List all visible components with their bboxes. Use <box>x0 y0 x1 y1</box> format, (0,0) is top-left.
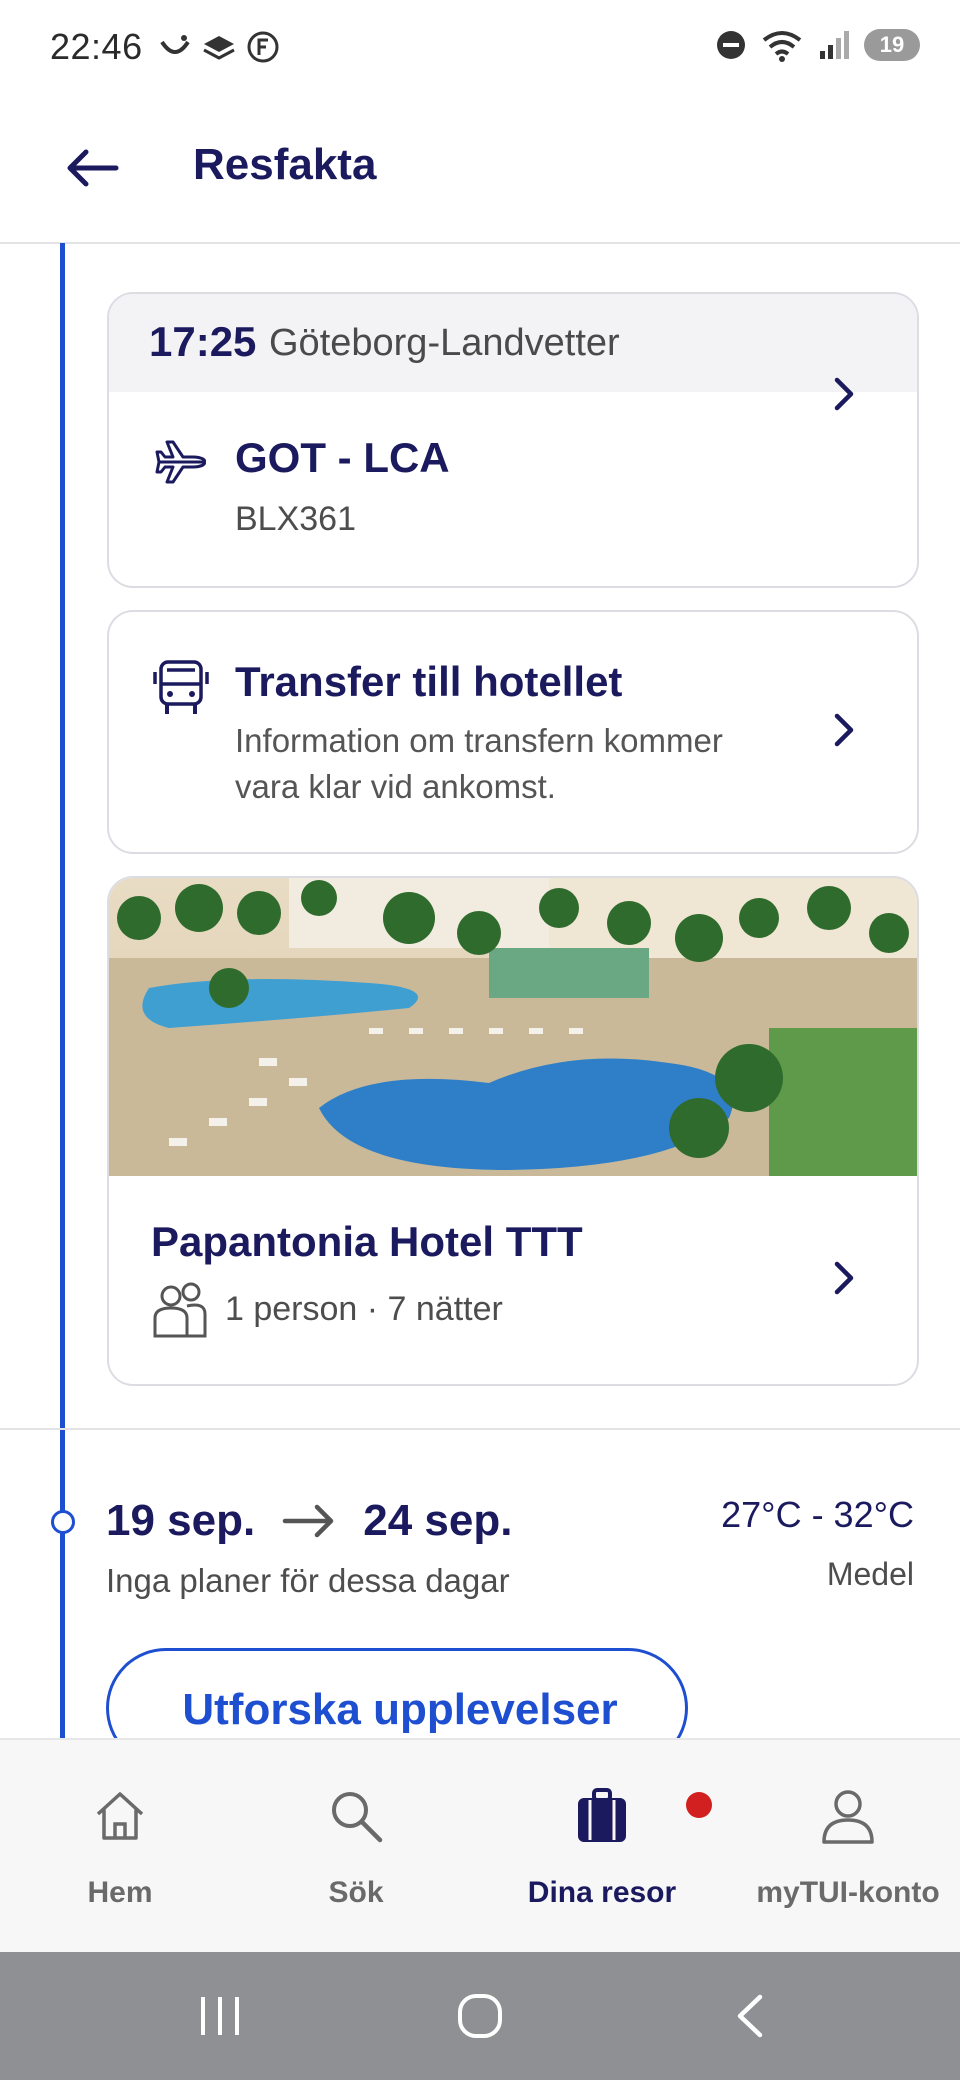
suitcase-icon <box>578 1788 626 1842</box>
hotel-details: 1 person · 7 nätter <box>225 1290 503 1328</box>
status-time: 22:46 <box>50 26 143 67</box>
app-header: Resfakta <box>0 100 960 244</box>
nav-item-home[interactable]: Hem <box>0 1740 240 1954</box>
nav-item-trips[interactable]: Dina resor <box>482 1740 722 1954</box>
tui-smile-icon <box>160 35 190 54</box>
arrow-right-icon <box>282 1504 334 1538</box>
signal-icon <box>820 31 849 59</box>
hotel-card[interactable]: Papantonia Hotel TTT 1 person · 7 nätter <box>107 876 919 1386</box>
nav-label-search: Sök <box>328 1876 384 1909</box>
f-circle-icon <box>247 31 279 63</box>
layers-icon <box>203 36 235 60</box>
date-to: 24 sep. <box>363 1496 513 1545</box>
temperature-range: 27°C - 32°C <box>721 1494 914 1535</box>
explore-button-label: Utforska upplevelser <box>182 1685 618 1734</box>
transfer-title: Transfer till hotellet <box>235 658 623 705</box>
nav-label-trips: Dina resor <box>527 1876 677 1909</box>
back-button[interactable] <box>62 138 122 198</box>
section-divider <box>0 1428 960 1430</box>
temperature-level: Medel <box>826 1556 914 1592</box>
status-right-icons: 19 <box>716 28 920 62</box>
home-circle-icon <box>458 1994 502 2038</box>
transfer-description: Information om transfern kommer vara kla… <box>235 722 723 805</box>
chevron-right-icon <box>834 713 854 747</box>
timeline-dot <box>51 1510 75 1534</box>
flight-card[interactable]: 17:25 Göteborg-Landvetter GOT - LCA BLX3… <box>107 292 919 588</box>
nav-label-home: Hem <box>87 1876 153 1909</box>
recent-apps-icon <box>201 1997 239 2035</box>
hotel-image <box>109 878 917 1176</box>
recent-apps-button[interactable] <box>160 1952 280 2080</box>
status-left-icons <box>158 30 280 64</box>
nav-item-account[interactable]: myTUI-konto <box>728 1740 960 1954</box>
chevron-right-icon <box>834 377 854 411</box>
bottom-navigation: Hem Sök Dina resor myTUI-konto <box>0 1738 960 1954</box>
bus-icon <box>153 658 209 723</box>
search-icon <box>332 1792 383 1843</box>
back-system-button[interactable] <box>690 1952 810 2080</box>
do-not-disturb-icon <box>717 31 745 59</box>
no-plans-text: Inga planer för dessa dagar <box>106 1562 510 1599</box>
page-title: Resfakta <box>193 140 377 189</box>
hotel-name: Papantonia Hotel TTT <box>151 1218 583 1265</box>
home-system-button[interactable] <box>420 1952 540 2080</box>
status-bar: 22:46 19 <box>0 0 960 100</box>
system-navigation-bar <box>0 1952 960 2080</box>
flight-card-header: 17:25 Göteborg-Landvetter <box>109 294 917 392</box>
chevron-right-icon <box>834 1261 854 1295</box>
date-from: 19 sep. <box>106 1496 256 1545</box>
departure-time: 17:25 <box>149 318 257 365</box>
battery-icon: 19 <box>864 29 920 61</box>
flight-route: GOT - LCA <box>235 434 450 481</box>
arrow-left-icon <box>67 149 119 187</box>
nav-item-search[interactable]: Sök <box>236 1740 476 1954</box>
notification-dot <box>686 1792 712 1818</box>
people-icon <box>151 1282 209 1343</box>
back-chevron-icon <box>737 1994 763 2038</box>
nav-label-account: myTUI-konto <box>756 1876 940 1909</box>
wifi-icon <box>762 31 802 62</box>
home-icon <box>96 1792 144 1840</box>
departure-airport: Göteborg-Landvetter <box>269 322 620 364</box>
flight-number: BLX361 <box>235 500 356 538</box>
transfer-card[interactable]: Transfer till hotellet Information om tr… <box>107 610 919 854</box>
plane-icon <box>153 434 209 495</box>
user-icon <box>822 1790 874 1844</box>
date-range: 19 sep. 24 sep. <box>106 1496 512 1546</box>
